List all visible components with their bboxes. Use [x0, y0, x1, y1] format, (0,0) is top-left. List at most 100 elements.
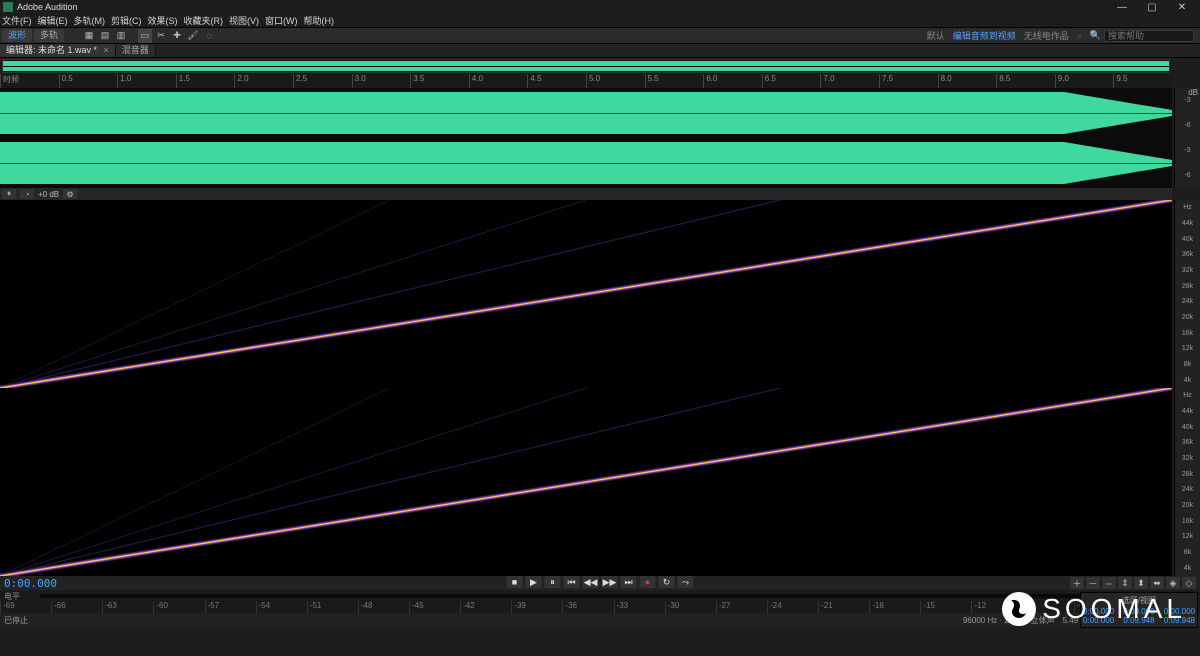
workspace-edit-audio-video[interactable]: 编辑音频到视频	[953, 29, 1016, 42]
sel-dur[interactable]: 0:00.000	[1164, 607, 1195, 616]
waveform-display[interactable]	[0, 88, 1172, 188]
skip-back-button[interactable]: ⏮	[564, 576, 580, 588]
menu-window[interactable]: 窗口(W)	[265, 14, 298, 27]
window-minimize-button[interactable]: —	[1107, 2, 1137, 13]
waveform-overview[interactable]	[2, 59, 1170, 73]
forward-button[interactable]: ▶▶	[602, 576, 618, 588]
selection-view-panel: 选区/视图 0:00.0000:00.0000:00.000 0:00.0000…	[1080, 592, 1198, 628]
spectrogram-right[interactable]	[0, 388, 1172, 576]
zoom-in-vert-icon[interactable]: ⬍	[1134, 577, 1148, 589]
zoom-full-icon[interactable]: ⇔	[1102, 577, 1116, 589]
menu-view[interactable]: 视图(V)	[229, 14, 259, 27]
window-close-button[interactable]: ✕	[1167, 2, 1197, 13]
view-end[interactable]: 0:09.948	[1123, 616, 1154, 625]
close-icon[interactable]: ×	[104, 45, 109, 55]
play-button[interactable]: ▶	[526, 576, 542, 588]
workspace-tab-waveform[interactable]: 波形	[2, 29, 32, 42]
zoom-in-icon[interactable]: ＋	[1070, 577, 1084, 589]
time-ruler[interactable]: 时频0.51.01.52.02.53.03.54.04.55.05.56.06.…	[0, 74, 1172, 88]
razor-tool-icon[interactable]: ✂	[154, 29, 168, 43]
record-button[interactable]: ●	[640, 576, 656, 588]
lasso-tool-icon[interactable]: ◌	[202, 29, 216, 43]
hz-tick: 44k	[1182, 408, 1193, 415]
zoom-out-vert-icon[interactable]: ⬌	[1150, 577, 1164, 589]
menu-multitrack[interactable]: 多轨(M)	[74, 14, 106, 27]
selection-header: 选区/视图	[1083, 595, 1195, 606]
sel-start[interactable]: 0:00.000	[1083, 607, 1114, 616]
zoom-out-icon[interactable]: －	[1086, 577, 1100, 589]
mixer-tab-label: 混音器	[122, 45, 149, 55]
view-start[interactable]: 0:00.000	[1083, 616, 1114, 625]
menu-effects[interactable]: 效果(S)	[148, 14, 178, 27]
menu-clip[interactable]: 剪辑(C)	[111, 14, 142, 27]
preview-volume[interactable]: +0 dB	[38, 190, 59, 199]
pause-button[interactable]: ⏸	[545, 576, 561, 588]
hz-tick: 20k	[1182, 314, 1193, 321]
workspace-tab-multitrack[interactable]: 多轨	[34, 29, 64, 42]
hz-tick: 36k	[1182, 251, 1193, 258]
ruler-tick: 8.0	[938, 74, 952, 88]
window-maximize-button[interactable]: ▢	[1137, 2, 1167, 13]
pitch-view-icon[interactable]: ▥	[114, 29, 128, 43]
hz-tick: 28k	[1182, 471, 1193, 478]
hud-toggle-icon[interactable]: ▦	[82, 29, 96, 43]
transport-bar: 0:00.000 ■ ▶ ⏸ ⏮ ◀◀ ▶▶ ⏭ ● ↻ ⤳ ＋ － ⇔ ⇕ ⬍…	[0, 576, 1200, 590]
ruler-tick: 7.5	[879, 74, 893, 88]
heal-tool-icon[interactable]: ✚	[170, 29, 184, 43]
waveform-channel-right	[0, 140, 1172, 186]
workspace-default[interactable]: 默认	[927, 29, 945, 42]
spectral-view-icon[interactable]: ▤	[98, 29, 112, 43]
menu-edit[interactable]: 编辑(E)	[38, 14, 68, 27]
zoom-in-point-icon[interactable]: ◈	[1166, 577, 1180, 589]
editor-tab-mixer[interactable]: 混音器	[116, 44, 156, 57]
status-bar: 已停止 96000 Hz · 24 位 · 立体声 5.49 MB 0:09.9…	[0, 613, 1200, 627]
hz-tick: 16k	[1182, 518, 1193, 525]
view-dur[interactable]: 0:09.948	[1164, 616, 1195, 625]
level-meter: 电平	[0, 591, 1200, 601]
level-label: 电平	[4, 591, 20, 602]
frequency-scale-left: Hz44k40k36k32k28k24k20k16k12k8k4k	[1174, 200, 1200, 388]
zoom-out-point-icon[interactable]: ◇	[1182, 577, 1196, 589]
search-icon: 🔍	[1090, 30, 1101, 41]
spectral-view-toggle-icon[interactable]: ⏸	[2, 189, 16, 199]
menu-favorites[interactable]: 收藏夹(R)	[184, 14, 224, 27]
app-title: Adobe Audition	[17, 2, 78, 12]
editor-tab-label: 编辑器: 未命名 1.wav *	[6, 45, 97, 55]
level-tick: -48	[358, 601, 373, 613]
help-search-input[interactable]	[1104, 30, 1194, 42]
menu-help[interactable]: 帮助(H)	[304, 14, 335, 27]
zoom-selection-icon[interactable]: ⇕	[1118, 577, 1132, 589]
spectral-scale-icon[interactable]: ◔	[20, 189, 34, 199]
level-track[interactable]	[40, 594, 1140, 598]
level-tick: -42	[460, 601, 475, 613]
rewind-button[interactable]: ◀◀	[583, 576, 599, 588]
ruler-tick: 9.5	[1113, 74, 1127, 88]
editor-tab-file[interactable]: 编辑器: 未命名 1.wav * ×	[0, 44, 116, 57]
spectrogram-left[interactable]	[0, 200, 1172, 388]
spectral-settings-icon[interactable]: ⚙	[63, 189, 77, 199]
timecode-display[interactable]: 0:00.000	[4, 577, 57, 590]
stop-button[interactable]: ■	[507, 576, 523, 588]
ruler-tick: 4.5	[527, 74, 541, 88]
level-tick: -30	[665, 601, 680, 613]
workspace-radio[interactable]: 无线电作品	[1024, 29, 1069, 42]
hz-tick: 44k	[1182, 220, 1193, 227]
level-tick: -27	[716, 601, 731, 613]
level-tick: -57	[205, 601, 220, 613]
sel-end[interactable]: 0:00.000	[1123, 607, 1154, 616]
level-tick: -60	[153, 601, 168, 613]
ruler-tick: 2.0	[234, 74, 248, 88]
menu-file[interactable]: 文件(F)	[2, 14, 32, 27]
hz-tick: 24k	[1182, 486, 1193, 493]
level-tick: -45	[409, 601, 424, 613]
hz-tick: 28k	[1182, 283, 1193, 290]
skip-selection-button[interactable]: ⤳	[678, 576, 694, 588]
loop-button[interactable]: ↻	[659, 576, 675, 588]
level-tick: -36	[562, 601, 577, 613]
hz-tick: Hz	[1183, 392, 1192, 399]
skip-fwd-button[interactable]: ⏭	[621, 576, 637, 588]
level-tick: -63	[102, 601, 117, 613]
brush-tool-icon[interactable]: 🖌	[186, 29, 200, 43]
move-tool-icon[interactable]: ▭	[138, 29, 152, 43]
ruler-tick: 2.5	[293, 74, 307, 88]
